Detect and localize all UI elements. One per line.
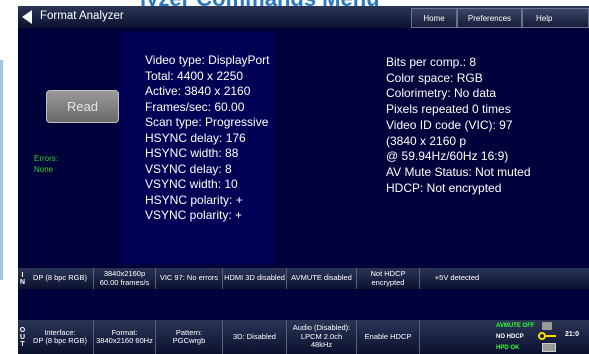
enable-hdcp-cell[interactable]: Enable HDCP — [357, 320, 420, 354]
video-info-line: Video type: DisplayPort — [145, 53, 270, 67]
cell-line: HDMI 3D disabled — [224, 273, 285, 283]
cell-line: DP (8 bpc RGB) — [32, 273, 88, 283]
input-5v-cell: +5V detected — [420, 268, 494, 289]
key-shaft — [545, 335, 556, 337]
signal-info-line: HDCP: Not encrypted — [386, 180, 502, 195]
row-tag-letter: N — [19, 278, 26, 286]
input-status-row: I N DP (8 bpc RGB) 3840x2160p 60.00 frame… — [18, 268, 589, 289]
read-button[interactable]: Read — [46, 90, 119, 123]
row-tag-letter: U — [19, 333, 26, 341]
output-row-tag: O U T — [18, 320, 27, 354]
output-3d-cell[interactable]: 3D: Disabled — [223, 320, 287, 354]
errors-value: None — [34, 165, 54, 174]
hdcp-key-icon — [538, 332, 556, 340]
signal-info-line: Video ID code (VIC): 97 — [386, 117, 513, 132]
video-info-line: HSYNC polarity: + — [145, 192, 243, 207]
signal-info-line: AV Mute Status: Not muted — [386, 164, 531, 179]
row-tag-letter: T — [20, 340, 25, 348]
video-info-line: Active: 3840 x 2160 — [145, 84, 251, 98]
video-info-list: Video type: DisplayPort Total: 4400 x 22… — [145, 53, 270, 224]
video-info-line: VSYNC polarity: + — [145, 208, 243, 222]
errors-status: Errors: None — [34, 153, 58, 175]
video-info-line: VSYNC width: 10 — [145, 177, 238, 191]
cell-line: VIC 97: No errors — [159, 273, 219, 283]
input-row-tag: I N — [18, 268, 27, 289]
cell-line: 3840x2160 60Hz — [96, 336, 153, 345]
cell-line: PGCwrgb — [172, 336, 206, 345]
input-vic-cell: VIC 97: No errors — [156, 268, 223, 289]
output-interface-cell[interactable]: Interface: DP (8 bpc RGB) — [27, 320, 94, 354]
output-format-cell[interactable]: Format: 3840x2160 60Hz — [94, 320, 156, 354]
audio-speaker-icon — [542, 322, 552, 330]
cell-line: Enable HDCP — [364, 331, 412, 341]
video-info-line: Total: 4400 x 2250 — [145, 68, 244, 83]
video-info-line: HSYNC width: 88 — [145, 146, 239, 160]
signal-info-list: Bits per comp.: 8 Color space: RGB Color… — [386, 55, 531, 196]
row-tag-letter: I — [21, 271, 24, 279]
home-button[interactable]: Home — [411, 8, 457, 28]
output-audio-cell[interactable]: Audio (Disabled): LPCM 2.0ch 48kHz — [287, 320, 357, 354]
title-bar: Format Analyzer Home Preferences Help — [18, 6, 589, 28]
cell-line: encrypted — [371, 277, 405, 287]
app-title: Format Analyzer — [40, 10, 124, 22]
input-hdcp-cell: Not HDCP encrypted — [357, 268, 420, 289]
cell-line: 3D: Disabled — [233, 331, 276, 341]
hdcp-status: NO HDCP — [496, 334, 524, 340]
cell-line: 48kHz — [310, 340, 333, 350]
back-arrow-icon[interactable] — [22, 10, 32, 24]
output-status-hud: AVMUTE OFF NO HDCP HPD OK 21:0 — [494, 320, 589, 354]
signal-info-line: (3840 x 2160 p — [386, 133, 467, 148]
row-tag-letter: O — [19, 326, 26, 334]
avmute-status: AVMUTE OFF — [496, 323, 535, 329]
video-info-line: Scan type: Progressive — [145, 115, 269, 129]
cell-line: DP (8 bpc RGB) — [32, 336, 88, 345]
hpd-status: HPD OK — [496, 345, 520, 351]
left-edge-accent — [0, 60, 3, 280]
signal-info-line: Color space: RGB — [386, 70, 483, 85]
clock-time: 21:0 — [565, 331, 580, 338]
video-info-line: HSYNC delay: 176 — [145, 130, 246, 145]
output-status-row: O U T Interface: DP (8 bpc RGB) Format: 38… — [18, 320, 589, 354]
preferences-button[interactable]: Preferences — [457, 8, 522, 28]
cell-line: AVMUTE disabled — [291, 273, 352, 283]
output-pattern-cell[interactable]: Pattern: PGCwrgb — [156, 320, 223, 354]
help-button[interactable]: Help — [522, 8, 589, 28]
cell-line: +5V detected — [434, 273, 480, 283]
video-info-line: VSYNC delay: 8 — [145, 161, 232, 176]
input-3d-cell: HDMI 3D disabled — [223, 268, 287, 289]
monitor-icon — [542, 343, 556, 352]
signal-info-line: Bits per comp.: 8 — [386, 55, 477, 69]
cell-line: 60.00 frames/s — [99, 277, 150, 287]
errors-label: Errors: — [34, 154, 58, 163]
input-format-cell: 3840x2160p 60.00 frames/s — [94, 268, 156, 289]
signal-info-line: Colorimetry: No data — [386, 86, 497, 101]
signal-info-line: Pixels repeated 0 times — [386, 102, 511, 117]
video-info-line: Frames/sec: 60.00 — [145, 99, 245, 114]
input-avmute-cell: AVMUTE disabled — [287, 268, 357, 289]
input-interface-cell: DP (8 bpc RGB) — [27, 268, 94, 289]
signal-info-line: @ 59.94Hz/60Hz 16:9) — [386, 149, 509, 164]
analyzer-screen: Format Analyzer Home Preferences Help Re… — [18, 6, 589, 354]
